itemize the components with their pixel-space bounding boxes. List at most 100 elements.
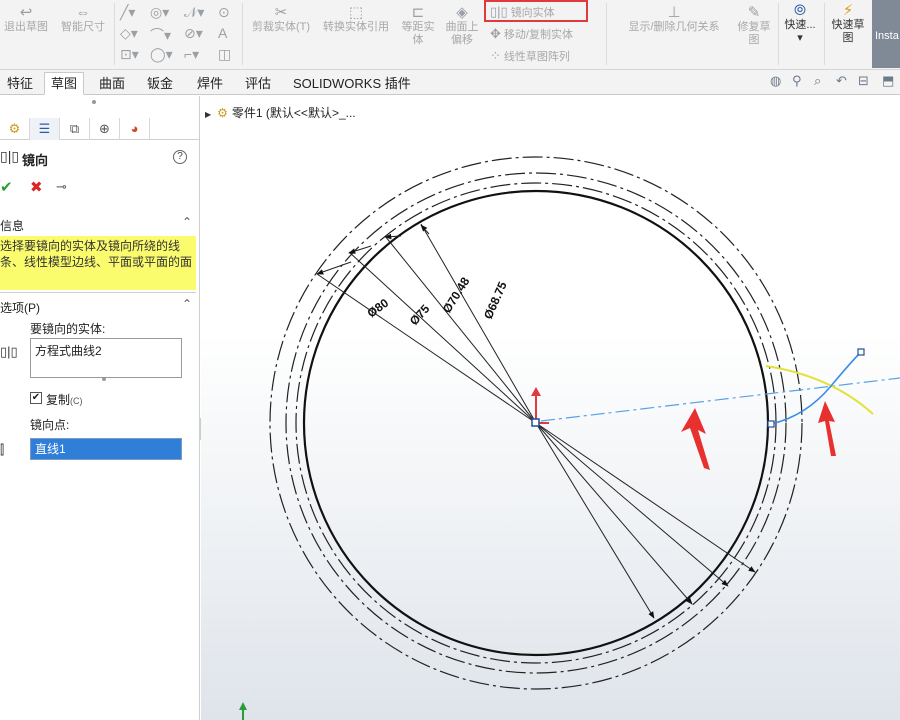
zoom-to-fit-icon[interactable]: ⚲ (792, 73, 802, 89)
message-box: 选择要镜向的实体及镜向所绕的线条、线性模型边线、平面或平面的面 (0, 236, 196, 290)
entities-to-mirror-label: 要镜向的实体: (30, 322, 106, 336)
sketch-canvas[interactable]: Ø80 Ø75 Ø70.48 Ø68.75 (201, 96, 900, 720)
property-list-icon: ☰ (38, 121, 51, 136)
quick-snaps-button[interactable]: ⦾ 快速... ▾ (780, 2, 820, 45)
manager-tabs: ⚙ ☰ ⧉ ⊕ ◕ (0, 118, 200, 140)
view-orientation-icon[interactable]: ⬒ (882, 73, 894, 89)
zoom-area-icon[interactable]: ⌕ (814, 73, 821, 89)
relations-icon: ⊥ (667, 4, 681, 21)
exit-sketch-icon: ↩ (19, 4, 33, 21)
color-wheel-icon: ◕ (130, 121, 139, 136)
copy-checkbox[interactable]: ✔ (30, 392, 42, 404)
slot-tool-icon[interactable]: ◯▾ (150, 46, 173, 63)
spline-tool-icon[interactable]: 𝒩▾ (184, 4, 204, 21)
section-view-icon[interactable]: ⊟ (858, 73, 869, 89)
linear-pattern-button[interactable]: ⁘ 线性草图阵列 (490, 48, 570, 64)
rectangle-tool-icon[interactable]: ◇▾ (120, 25, 138, 42)
dimension-d75[interactable]: Ø75 (407, 302, 433, 328)
ellipse-tool-icon[interactable]: ⊘▾ (184, 25, 203, 42)
mirror-entities-icon: ▯|▯ (0, 344, 18, 359)
display-relations-button[interactable]: ⊥ 显示/删除几何关系 (616, 4, 732, 34)
convert-entities-button[interactable]: ⬚ 转换实体引用 (318, 4, 394, 34)
previous-view-icon[interactable]: ↶ (836, 73, 847, 89)
dropdown-chevron-icon: ▾ (797, 32, 803, 44)
smart-dimension-icon: ⇔ (75, 4, 91, 21)
origin-point (531, 418, 540, 427)
property-manager-tab[interactable]: ☰ (30, 118, 60, 140)
property-manager-panel: ⚙ ☰ ⧉ ⊕ ◕ ▯|▯ 镜向 ? ✔ ✖ ⊸ 信息 ⌃ 选择要镜向的实体及镜… (0, 96, 200, 720)
instant3d-button[interactable]: Insta (872, 0, 900, 68)
feature-tree-icon: ⚙ (8, 121, 21, 136)
polygon-tool-icon[interactable]: ⊡▾ (120, 46, 139, 63)
ok-check-icon[interactable]: ✔ (0, 178, 13, 196)
mirror-feature-icon: ▯|▯ (0, 148, 20, 164)
collapse-chevron-icon: ⌃ (182, 297, 193, 311)
tab-sketch[interactable]: 草图 (44, 72, 85, 95)
message-section-header[interactable]: 信息 ⌃ (0, 214, 200, 234)
repair-icon: ✎ (747, 4, 761, 21)
cancel-x-icon[interactable]: ✖ (30, 178, 43, 196)
rapid-sketch-icon: ⚡ (842, 2, 854, 19)
offset-on-surface-button[interactable]: ◈ 曲面上 偏移 (442, 4, 482, 47)
pin-icon[interactable]: ⊸ (56, 179, 67, 195)
tab-features[interactable]: 特征 (0, 72, 40, 95)
graphics-area[interactable]: ▶ ⚙ 零件1 (默认<<默认>_... Ø80 Ø75 Ø70.48 Ø68.… (201, 96, 900, 720)
rapid-sketch-button[interactable]: ⚡ 快速草 图 (828, 2, 868, 45)
command-manager-ribbon: ↩ 退出草图 ⇔ 智能尺寸 ╱▾ ◎▾ 𝒩▾ ⊙ ◇▾ ⌒▾ ⊘▾ A ⊡▾ ◯… (0, 0, 900, 70)
smart-dimension-button[interactable]: ⇔ 智能尺寸 (56, 4, 110, 34)
convert-icon: ⬚ (348, 4, 364, 21)
dimension-d68-75[interactable]: Ø68.75 (481, 279, 510, 321)
fillet-tool-icon[interactable]: ⌐▾ (184, 46, 199, 63)
tab-weldments[interactable]: 焊件 (190, 72, 230, 95)
dimension-d80[interactable]: Ø80 (365, 296, 392, 321)
arc-tool-icon[interactable]: ⌒▾ (150, 25, 171, 45)
line-tool-icon[interactable]: ╱▾ (120, 4, 135, 21)
dimension-d70-48[interactable]: Ø70.48 (440, 275, 473, 316)
options-section-header[interactable]: 选项(P) ⌃ (0, 296, 200, 316)
repair-sketch-button[interactable]: ✎ 修复草 图 (734, 4, 774, 47)
snap-icon: ⦾ (793, 2, 806, 19)
curve-end-point (857, 348, 865, 356)
move-copy-button[interactable]: ✥ 移动/复制实体 (490, 26, 573, 42)
tab-evaluate[interactable]: 评估 (238, 72, 278, 95)
tab-surfaces[interactable]: 曲面 (92, 72, 132, 95)
offset-entities-button[interactable]: ⊏ 等距实 体 (398, 4, 438, 47)
pattern-icon: ⁘ (490, 48, 501, 63)
appearance-icon[interactable]: ◍ (770, 73, 781, 89)
trim-entities-button[interactable]: ✂ 剪裁实体(T) (248, 4, 314, 34)
annotation-arrow-right (818, 401, 836, 456)
exit-sketch-button[interactable]: ↩ 退出草图 (2, 4, 50, 34)
copy-checkbox-label: 复制(C) (46, 393, 83, 407)
mirror-about-field[interactable]: 直线1 (30, 438, 182, 460)
configuration-manager-tab[interactable]: ⧉ (60, 118, 90, 140)
feature-manager-tab[interactable]: ⚙ (0, 118, 30, 140)
tab-sheet-metal[interactable]: 钣金 (140, 72, 180, 95)
tab-solidworks-addins[interactable]: SOLIDWORKS 插件 (286, 72, 418, 95)
mirror-highlight-box (484, 0, 588, 22)
mirror-about-label: 镜向点: (30, 418, 70, 432)
panel-grip[interactable] (92, 100, 96, 104)
offset-icon: ⊏ (411, 4, 425, 21)
collapse-chevron-icon: ⌃ (182, 215, 193, 229)
mirror-preview-curve (765, 365, 874, 415)
annotation-arrow-left (681, 408, 710, 470)
help-button[interactable]: ? (173, 150, 187, 164)
plane-tool-icon[interactable]: ◫ (218, 46, 231, 63)
list-resize-handle[interactable] (102, 377, 106, 381)
dimxpert-manager-tab[interactable]: ⊕ (90, 118, 120, 140)
trim-icon: ✂ (274, 4, 288, 21)
crosshair-icon: ⊕ (99, 121, 110, 136)
move-icon: ✥ (490, 26, 501, 41)
mirror-about-icon: ⫿ (0, 442, 5, 457)
mirror-centerline (540, 377, 900, 422)
curve-start-point (767, 420, 775, 428)
point-tool-icon[interactable]: ⊙ (218, 4, 230, 21)
configuration-icon: ⧉ (69, 121, 80, 136)
command-tabs: 特征 草图 曲面 钣金 焊件 评估 SOLIDWORKS 插件 ◍ ⚲ ⌕ ↶ … (0, 70, 900, 95)
entities-to-mirror-list[interactable]: 方程式曲线2 (30, 338, 182, 378)
display-manager-tab[interactable]: ◕ (120, 118, 150, 140)
text-tool-icon[interactable]: A (218, 25, 227, 41)
circle-tool-icon[interactable]: ◎▾ (150, 4, 169, 21)
offset-surface-icon: ◈ (456, 4, 468, 21)
panel-title: 镜向 (22, 153, 49, 168)
